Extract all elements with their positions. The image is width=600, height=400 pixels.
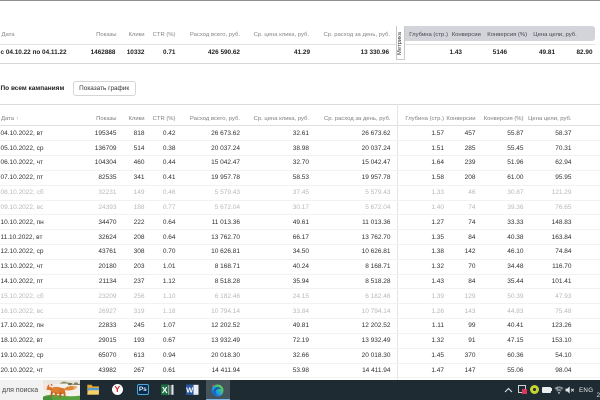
svg-text:X: X [162,385,168,395]
svg-text:W: W [186,385,194,394]
svg-text:*: * [556,387,559,394]
